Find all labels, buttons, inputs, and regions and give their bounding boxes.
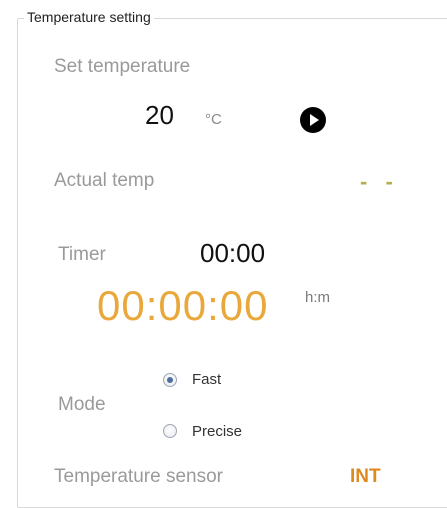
timer-value[interactable]: 00:00 — [200, 238, 265, 269]
temperature-sensor-value: INT — [350, 466, 381, 487]
mode-precise-label[interactable]: Precise — [192, 423, 242, 440]
temperature-sensor-label: Temperature sensor — [54, 466, 223, 487]
actual-temp-value: - - — [360, 169, 399, 194]
actual-temp-label: Actual temp — [54, 170, 155, 191]
timer-label: Timer — [58, 244, 106, 265]
play-icon — [310, 114, 319, 126]
mode-fast-radio[interactable] — [163, 373, 177, 387]
mode-fast-label[interactable]: Fast — [192, 371, 221, 388]
timer-unit: h:m — [305, 289, 331, 306]
mode-precise-radio[interactable] — [163, 424, 177, 438]
start-button[interactable] — [300, 107, 326, 133]
temperature-unit: °C — [205, 111, 222, 128]
set-temperature-label: Set temperature — [54, 56, 191, 77]
group-title: Temperature setting — [24, 9, 154, 25]
elapsed-timer-display: 00:00:00 — [97, 282, 269, 329]
mode-label: Mode — [58, 394, 106, 415]
set-temperature-value[interactable]: 20 — [145, 100, 174, 131]
